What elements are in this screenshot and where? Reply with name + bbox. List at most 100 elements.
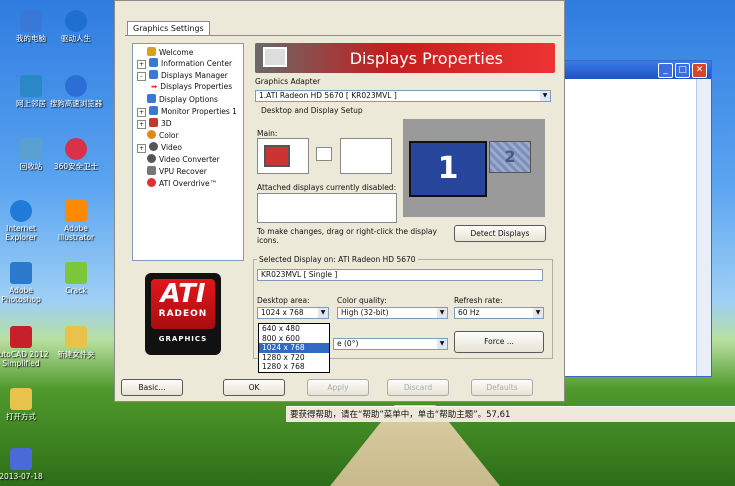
arrow-icon: ➡ xyxy=(151,82,158,91)
ati-control-center-dialog[interactable]: Graphics Settings Welcome + Information C… xyxy=(114,0,565,402)
discard-button[interactable]: Discard xyxy=(387,379,449,396)
display-icon xyxy=(149,70,158,79)
shield-icon xyxy=(65,138,87,160)
overdrive-icon xyxy=(147,178,156,187)
collapse-icon[interactable]: - xyxy=(137,72,146,81)
display-options-icon xyxy=(147,94,156,103)
dropdown-option[interactable]: 800 x 600 xyxy=(259,334,329,344)
rotation-select[interactable]: e (0°) ▼ xyxy=(333,338,448,350)
illustrator-icon xyxy=(65,200,87,222)
ati-radeon-logo: ATI RADEON GRAPHICS xyxy=(145,273,221,355)
file-icon xyxy=(10,448,32,470)
desktop-area-label: Desktop area: xyxy=(257,296,310,305)
basic-button[interactable]: Basic... xyxy=(121,379,183,396)
photoshop-icon xyxy=(10,262,32,284)
folder-icon xyxy=(10,388,32,410)
selected-display-label: Selected Display on: ATI Radeon HD 5670 xyxy=(257,255,418,264)
dropdown-option[interactable]: 1280 x 720 xyxy=(259,353,329,363)
info-icon xyxy=(149,58,158,67)
display-1-tile[interactable]: 1 xyxy=(409,141,487,197)
color-quality-label: Color quality: xyxy=(337,296,387,305)
chevron-down-icon: ▼ xyxy=(540,91,550,101)
tree-item-ati-overdrive[interactable]: ATI Overdrive™ xyxy=(147,178,217,189)
tree-item-display-options[interactable]: Display Options xyxy=(147,94,218,105)
graphics-adapter-label: Graphics Adapter xyxy=(255,77,321,86)
tree-item-welcome[interactable]: Welcome xyxy=(147,47,193,58)
attached-disabled-label: Attached displays currently disabled: xyxy=(257,183,397,192)
browser-icon xyxy=(65,75,87,97)
desktop-icon-360[interactable]: 360安全卫士 xyxy=(45,138,107,171)
status-bar: 要获得帮助，请在“帮助”菜单中，单击“帮助主题”。57,61 xyxy=(286,406,735,422)
defaults-button[interactable]: Defaults xyxy=(471,379,533,396)
dropdown-option-selected[interactable]: 1024 x 768 xyxy=(259,343,329,353)
tree-item-displays-manager[interactable]: - Displays Manager xyxy=(137,70,228,81)
expand-icon[interactable]: + xyxy=(137,144,146,153)
empty-display-slot[interactable] xyxy=(340,138,392,174)
desktop-area-dropdown-list[interactable]: 640 x 480 800 x 600 1024 x 768 1280 x 72… xyxy=(258,323,330,373)
color-icon xyxy=(147,130,156,139)
tree-item-3d[interactable]: +3D xyxy=(137,118,172,129)
detect-displays-button[interactable]: Detect Displays xyxy=(454,225,546,242)
desktop-area-select[interactable]: 1024 x 768 ▼ xyxy=(257,307,329,319)
apply-button[interactable]: Apply xyxy=(307,379,369,396)
attached-disabled-box[interactable] xyxy=(257,193,397,223)
tree-item-monitor-properties[interactable]: + Monitor Properties 1 xyxy=(137,106,237,117)
video-converter-icon xyxy=(147,154,156,163)
instruction-text: To make changes, drag or right-click the… xyxy=(257,227,437,245)
dropdown-option[interactable]: 1280 x 768 xyxy=(259,362,329,372)
tab-divider xyxy=(125,35,561,36)
expand-icon[interactable]: + xyxy=(137,120,146,129)
3d-icon xyxy=(149,118,158,127)
main-display-slot[interactable] xyxy=(257,138,309,174)
vertical-scrollbar[interactable] xyxy=(696,79,711,376)
tab-graphics-settings[interactable]: Graphics Settings xyxy=(127,21,210,35)
desktop-icon-driver[interactable]: 驱动人生 xyxy=(45,10,107,43)
display-2-tile[interactable]: 2 xyxy=(489,141,531,173)
tree-item-video-converter[interactable]: Video Converter xyxy=(147,154,220,165)
desktop-setup-label: Desktop and Display Setup xyxy=(261,106,363,115)
desktop-icon-dated[interactable]: 2013-07-18 xyxy=(0,448,52,481)
settings-tree[interactable]: Welcome + Information Center - Displays Ma… xyxy=(132,43,244,261)
tree-item-information-center[interactable]: + Information Center xyxy=(137,58,232,69)
display-arrangement-area[interactable]: 1 2 xyxy=(403,119,545,217)
secondary-display-slot[interactable] xyxy=(316,147,332,161)
crack-icon xyxy=(65,262,87,284)
desktop-icon-sogou[interactable]: 搜狗高速浏览器 xyxy=(45,75,107,108)
driver-icon xyxy=(65,10,87,32)
properties-banner: Displays Properties xyxy=(255,43,555,73)
color-quality-select[interactable]: High (32-bit) ▼ xyxy=(337,307,448,319)
ie-icon xyxy=(10,200,32,222)
desktop-icon-new-folder[interactable]: 新建文件夹 xyxy=(45,326,107,359)
expand-icon[interactable]: + xyxy=(137,108,146,117)
graphics-adapter-select[interactable]: 1.ATI Radeon HD 5670 [ KR023MVL ] ▼ xyxy=(255,90,551,102)
page-title: Displays Properties xyxy=(349,49,503,68)
close-button[interactable]: ✕ xyxy=(692,63,707,78)
autocad-icon xyxy=(10,326,32,348)
dropdown-option[interactable]: 640 x 480 xyxy=(259,324,329,334)
recycle-bin-icon xyxy=(20,138,42,160)
tree-item-video[interactable]: + Video xyxy=(137,142,182,153)
refresh-rate-select[interactable]: 60 Hz ▼ xyxy=(454,307,544,319)
vpu-icon xyxy=(147,166,156,175)
selected-display-field[interactable]: KR023MVL [ Single ] xyxy=(257,269,543,281)
tree-item-displays-properties[interactable]: ➡ Displays Properties xyxy=(151,82,232,92)
network-icon xyxy=(20,75,42,97)
monitor-icon xyxy=(263,47,287,67)
ok-button[interactable]: OK xyxy=(223,379,285,396)
main-label: Main: xyxy=(257,129,278,138)
desktop-icon-crack[interactable]: Crack xyxy=(45,262,107,295)
desktop-icon-open-with[interactable]: 打开方式 xyxy=(0,388,52,421)
refresh-rate-label: Refresh rate: xyxy=(454,296,503,305)
tree-item-vpu-recover[interactable]: VPU Recover xyxy=(147,166,207,177)
computer-icon xyxy=(20,10,42,32)
folder-icon xyxy=(65,326,87,348)
video-icon xyxy=(149,142,158,151)
chevron-down-icon: ▼ xyxy=(318,308,328,318)
desktop-icon-illustrator[interactable]: Adobe Illustrator xyxy=(45,200,107,242)
maximize-button[interactable]: □ xyxy=(675,63,690,78)
chevron-down-icon: ▼ xyxy=(533,308,543,318)
force-button[interactable]: Force ... xyxy=(454,331,544,353)
minimize-button[interactable]: _ xyxy=(658,63,673,78)
tree-item-color[interactable]: Color xyxy=(147,130,179,141)
expand-icon[interactable]: + xyxy=(137,60,146,69)
